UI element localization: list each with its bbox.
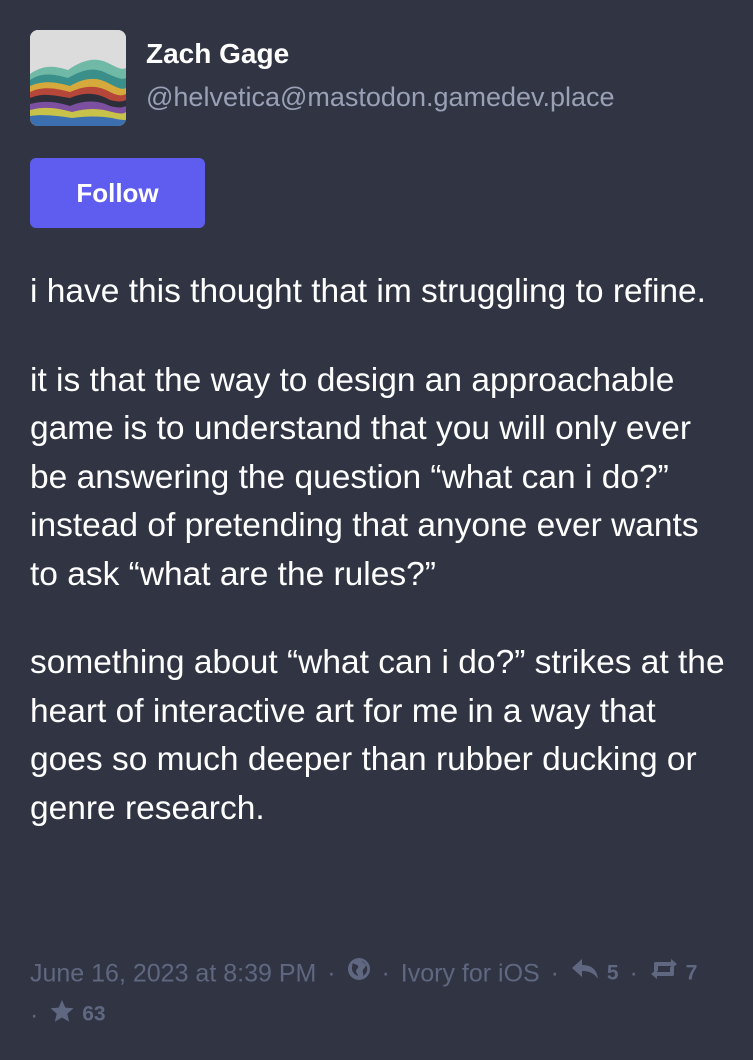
post-content: i have this thought that im struggling t… — [30, 268, 730, 833]
post-paragraph: i have this thought that im struggling t… — [30, 273, 706, 310]
separator: · — [381, 959, 390, 988]
post-timestamp[interactable]: June 16, 2023 at 8:39 PM — [30, 959, 316, 987]
follow-button[interactable]: Follow — [30, 158, 205, 228]
boost-button[interactable]: 7 — [649, 958, 698, 986]
boost-count: 7 — [685, 961, 698, 985]
star-icon — [49, 995, 75, 1035]
account-header: Zach Gage @helvetica@mastodon.gamedev.pl… — [30, 30, 730, 126]
post-meta: June 16, 2023 at 8:39 PM · · Ivory for i… — [30, 952, 730, 1035]
post-paragraph: something about “what can i do?” strikes… — [30, 644, 725, 827]
boost-icon — [649, 953, 679, 993]
post-paragraph: it is that the way to design an approach… — [30, 361, 699, 593]
globe-icon — [347, 953, 371, 993]
display-name[interactable]: Zach Gage — [146, 38, 289, 70]
post-card: Zach Gage @helvetica@mastodon.gamedev.pl… — [0, 0, 753, 1060]
separator: · — [327, 959, 336, 988]
post-application[interactable]: Ivory for iOS — [401, 959, 540, 987]
separator: · — [30, 1000, 39, 1029]
reply-count: 5 — [606, 961, 619, 985]
avatar[interactable] — [30, 30, 126, 126]
reply-icon — [570, 953, 600, 993]
separator: · — [550, 959, 559, 988]
reply-button[interactable]: 5 — [570, 958, 626, 986]
favourite-button[interactable]: 63 — [49, 999, 106, 1027]
favourite-count: 63 — [82, 1002, 106, 1026]
avatar-image — [30, 30, 126, 126]
account-handle[interactable]: @helvetica@mastodon.gamedev.place — [146, 82, 615, 113]
separator: · — [629, 959, 638, 988]
meta-second-line: · 63 — [30, 993, 730, 1034]
